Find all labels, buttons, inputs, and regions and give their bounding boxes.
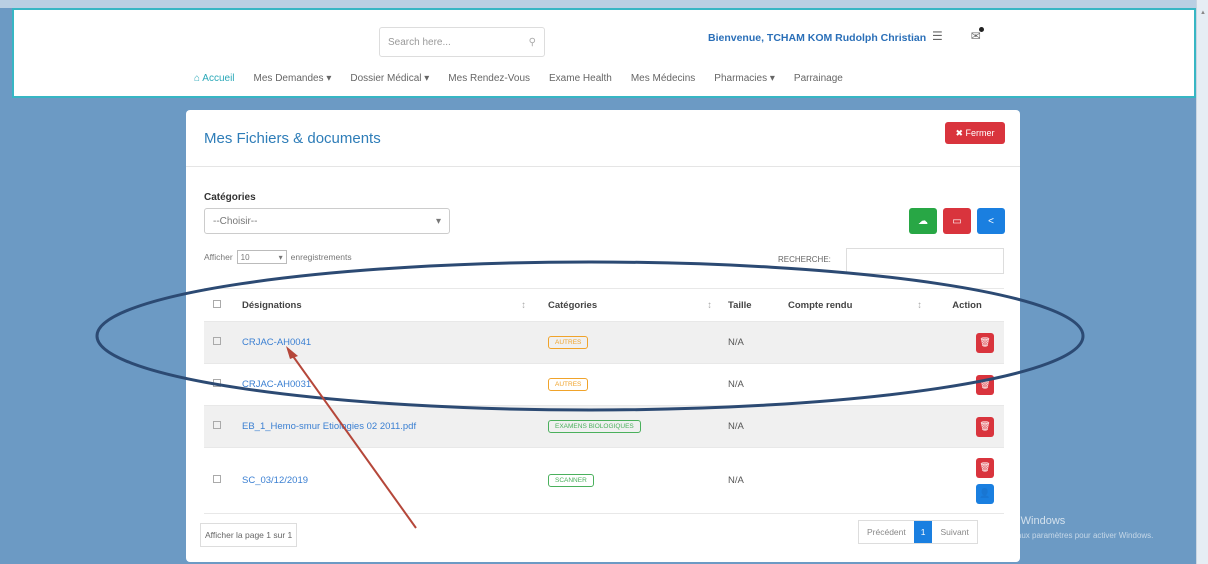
next-page-button[interactable]: Suivant — [932, 527, 976, 537]
category-badge: SCANNER — [548, 474, 594, 487]
sort-icon: ↕ — [917, 299, 922, 311]
home-icon: ⌂ — [194, 73, 201, 84]
share-icon: < — [988, 215, 994, 227]
category-badge: AUTRES — [548, 336, 589, 349]
page-length-select[interactable]: 10 ▾ — [236, 250, 287, 264]
page-1-button[interactable]: 1 — [913, 521, 933, 543]
file-link[interactable]: EB_1_Hemo-smur Etiologies 02 2011.pdf — [242, 421, 416, 432]
file-size: N/A — [728, 421, 744, 432]
file-size: N/A — [728, 379, 744, 390]
header-taille[interactable]: Taille — [720, 300, 780, 311]
row-checkbox[interactable] — [213, 337, 221, 345]
header-designation[interactable]: Désignations ↕ — [234, 300, 534, 311]
welcome-text: Bienvenue, TCHAM KOM Rudolph Christian — [708, 32, 927, 44]
file-link[interactable]: CRJAC-AH0041 — [242, 337, 311, 348]
pagination: Précédent 1 Suivant — [858, 520, 978, 544]
page-info: Afficher la page 1 sur 1 — [200, 523, 298, 547]
search-icon[interactable]: ⚲ — [529, 37, 536, 48]
file-link[interactable]: CRJAC-AH0031 — [242, 379, 311, 390]
table-header: Désignations ↕ Catégories ↕ Taille Compte … — [204, 288, 1004, 322]
trash-icon: 🗑 — [979, 421, 991, 431]
vertical-scrollbar[interactable]: ▲ — [1196, 0, 1208, 564]
categories-select[interactable]: --Choisir-- ▾ — [204, 208, 450, 234]
window-top-border — [0, 0, 1208, 8]
sort-icon: ↕ — [521, 299, 526, 311]
user-icon: 👤 — [979, 488, 991, 498]
header-action: Action — [952, 299, 982, 311]
delete-button[interactable]: 🗑 — [976, 457, 994, 478]
page-title: Mes Fichiers & documents — [204, 130, 381, 147]
menu-item-rendez-vous[interactable]: Mes Rendez-Vous — [448, 73, 530, 84]
page-length-control: Afficher 10 ▾ enregistrements — [204, 250, 352, 264]
table-search-input[interactable] — [846, 248, 1004, 274]
categories-label: Catégories — [204, 192, 256, 203]
chevron-down-icon: ▾ — [278, 252, 283, 262]
documents-card: Mes Fichiers & documents ✖ Fermer Catégo… — [186, 110, 1020, 562]
search-input[interactable]: Search here... ⚲ — [379, 27, 545, 57]
menu-item-dossier-medical[interactable]: Dossier Médical ▾ — [350, 73, 429, 84]
menu-item-exame-health[interactable]: Exame Health — [549, 73, 612, 84]
folder-button[interactable]: ▭ — [943, 208, 971, 234]
category-badge: EXAMENS BIOLOGIQUES — [548, 420, 641, 433]
documents-table: Désignations ↕ Catégories ↕ Taille Compte … — [204, 288, 1004, 514]
row-checkbox[interactable] — [213, 379, 221, 387]
table-search-label: RECHERCHE: — [778, 255, 831, 264]
menu-item-accueil[interactable]: ⌂ Accueil — [194, 73, 235, 84]
category-badge: AUTRES — [548, 378, 589, 391]
folder-icon: ▭ — [952, 215, 962, 227]
scroll-up-icon[interactable]: ▲ — [1200, 10, 1206, 16]
menu-item-medecins[interactable]: Mes Médecins — [631, 73, 695, 84]
mail-icon[interactable]: ✉ — [971, 27, 984, 43]
trash-icon: 🗑 — [979, 337, 991, 347]
row-checkbox[interactable] — [213, 421, 221, 429]
menu-list-icon[interactable]: ☰ — [932, 29, 943, 43]
cloud-upload-icon: ☁ — [918, 215, 928, 227]
assign-user-button[interactable]: 👤 — [976, 483, 994, 504]
main-menu: ⌂ Accueil Mes Demandes ▾ Dossier Médical… — [194, 73, 843, 84]
delete-button[interactable]: 🗑 — [976, 374, 994, 395]
row-checkbox[interactable] — [213, 475, 221, 483]
chevron-down-icon: ▾ — [435, 215, 441, 227]
menu-item-parrainage[interactable]: Parrainage — [794, 73, 843, 84]
header-compte-rendu[interactable]: Compte rendu ↕ — [780, 300, 930, 311]
table-row[interactable]: SC_03/12/2019 SCANNER N/A 🗑 👤 — [204, 448, 1004, 514]
prev-page-button[interactable]: Précédent — [859, 527, 914, 537]
trash-icon: 🗑 — [979, 462, 991, 472]
share-button[interactable]: < — [977, 208, 1005, 234]
menu-item-demandes[interactable]: Mes Demandes ▾ — [254, 73, 332, 84]
table-row[interactable]: CRJAC-AH0031 AUTRES N/A 🗑 — [204, 364, 1004, 406]
menu-item-pharmacies[interactable]: Pharmacies ▾ — [714, 73, 775, 84]
activation-watermark-subtitle: Accédez aux paramètres pour activer Wind… — [984, 531, 1154, 540]
divider — [186, 166, 1020, 167]
upload-button[interactable]: ☁ — [909, 208, 937, 234]
select-all-checkbox[interactable] — [213, 299, 221, 308]
delete-button[interactable]: 🗑 — [976, 332, 994, 353]
header-categorie[interactable]: Catégories ↕ — [534, 300, 720, 311]
close-button[interactable]: ✖ Fermer — [945, 122, 1005, 144]
table-row[interactable]: EB_1_Hemo-smur Etiologies 02 2011.pdf EX… — [204, 406, 1004, 448]
delete-button[interactable]: 🗑 — [976, 416, 994, 437]
table-row[interactable]: CRJAC-AH0041 AUTRES N/A 🗑 — [204, 322, 1004, 364]
trash-icon: 🗑 — [979, 379, 991, 389]
sort-icon: ↕ — [707, 299, 712, 311]
activation-watermark-title: Activer Windows — [984, 515, 1066, 527]
file-link[interactable]: SC_03/12/2019 — [242, 475, 308, 486]
top-navbar: Search here... ⚲ Bienvenue, TCHAM KOM Ru… — [12, 8, 1196, 98]
file-size: N/A — [728, 337, 744, 348]
file-size: N/A — [728, 475, 744, 486]
